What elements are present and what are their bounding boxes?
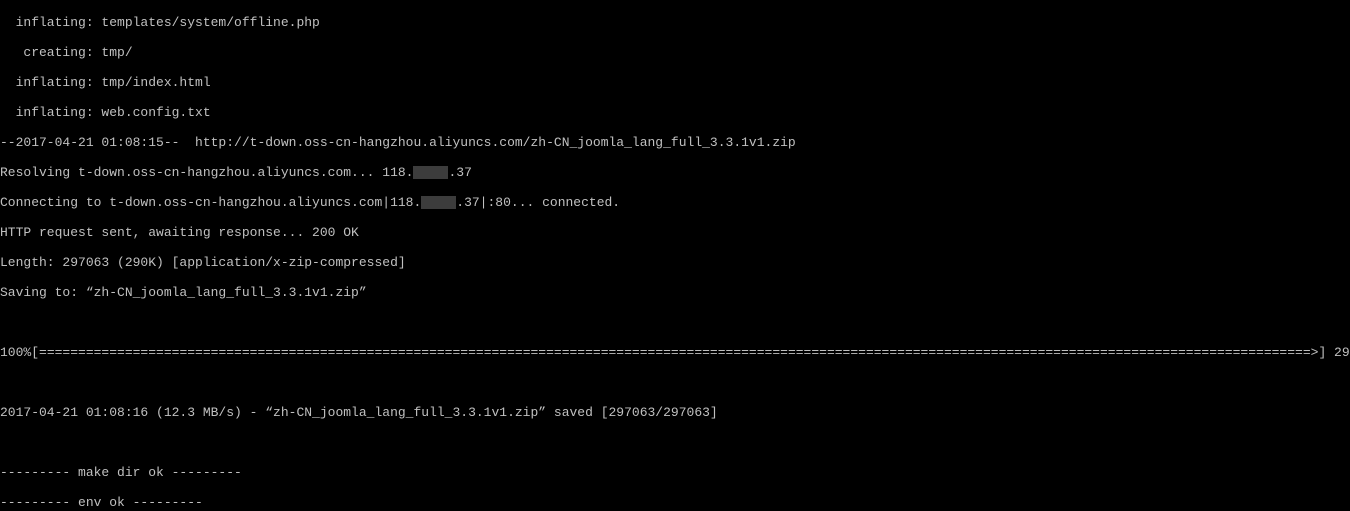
wget-connect: Connecting to t-down.oss-cn-hangzhou.ali…: [0, 195, 1350, 210]
inflate-line: inflating: templates/system/offline.php: [0, 15, 1350, 30]
wget-length: Length: 297063 (290K) [application/x-zip…: [0, 255, 1350, 270]
wget-saving: Saving to: “zh-CN_joomla_lang_full_3.3.1…: [0, 285, 1350, 300]
check-line: --------- env ok ---------: [0, 495, 1350, 510]
blank-line: [0, 375, 1350, 390]
inflate-line: inflating: web.config.txt: [0, 105, 1350, 120]
redacted-ip-icon: [413, 166, 448, 179]
wget-progress-bar: 100%[===================================…: [0, 345, 1350, 360]
wget-resolve: Resolving t-down.oss-cn-hangzhou.aliyunc…: [0, 165, 1350, 180]
terminal-output[interactable]: inflating: templates/system/offline.php …: [0, 0, 1350, 511]
wget-done: 2017-04-21 01:08:16 (12.3 MB/s) - “zh-CN…: [0, 405, 1350, 420]
wget-header: --2017-04-21 01:08:15-- http://t-down.os…: [0, 135, 1350, 150]
wget-http: HTTP request sent, awaiting response... …: [0, 225, 1350, 240]
blank-line: [0, 315, 1350, 330]
check-line: --------- make dir ok ---------: [0, 465, 1350, 480]
inflate-line: inflating: tmp/index.html: [0, 75, 1350, 90]
redacted-ip-icon: [421, 196, 456, 209]
inflate-line: creating: tmp/: [0, 45, 1350, 60]
blank-line: [0, 435, 1350, 450]
